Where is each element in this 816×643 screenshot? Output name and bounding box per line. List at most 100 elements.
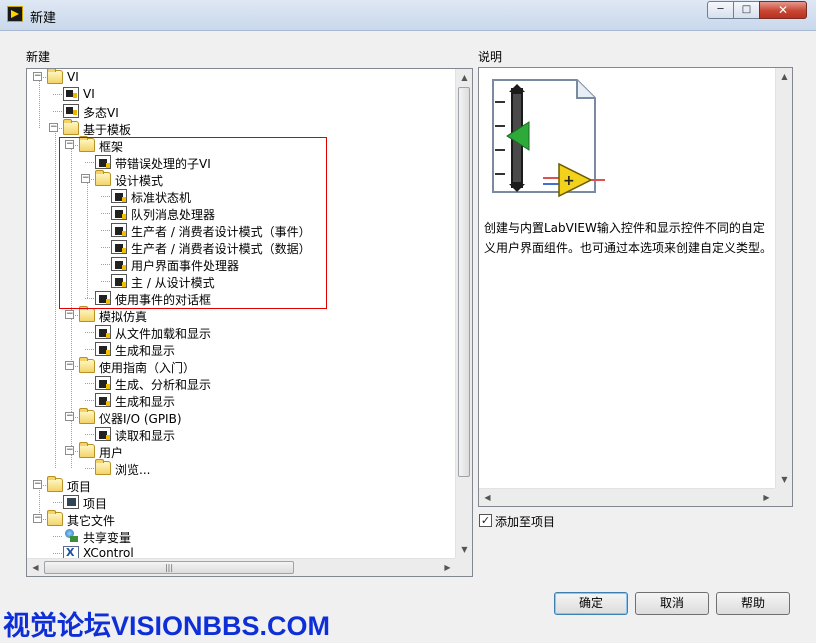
tree-node-label: 多态VI <box>83 106 119 120</box>
desc-scroll-right-arrow-icon[interactable]: ▶ <box>758 489 775 506</box>
shared-variable-icon <box>63 529 79 543</box>
template-icon <box>95 393 111 407</box>
tree-node[interactable]: 读取和显示 <box>27 426 447 443</box>
scroll-right-arrow-icon[interactable]: ▶ <box>439 559 456 576</box>
tree-node-label: 项目 <box>83 497 108 511</box>
tree-collapse-toggle-icon[interactable]: − <box>65 412 74 421</box>
folder-icon <box>47 69 63 84</box>
template-icon <box>95 325 111 339</box>
tree-node[interactable]: 生成和显示 <box>27 392 447 409</box>
add-to-project-checkbox[interactable]: ✓ <box>479 514 492 527</box>
description-section-label: 说明 <box>478 50 503 64</box>
tree-collapse-toggle-icon[interactable]: − <box>65 446 74 455</box>
vertical-scroll-thumb[interactable] <box>458 87 470 477</box>
description-scrollbar-corner <box>775 488 792 506</box>
vi-icon <box>63 104 79 118</box>
scroll-down-arrow-icon[interactable]: ▼ <box>456 541 473 558</box>
tree-node[interactable]: 多态VI <box>27 103 447 120</box>
tree-node[interactable]: − 其它文件 <box>27 510 447 528</box>
project-icon <box>63 495 79 509</box>
tree-node[interactable]: − 模拟仿真 <box>27 306 447 324</box>
tree-node[interactable]: − VI <box>27 69 447 86</box>
template-icon <box>95 376 111 390</box>
title-bar: 新建 ─ □ ✕ <box>0 0 816 31</box>
folder-icon <box>79 306 95 322</box>
tree-content: − VI VI 多态VI − 基于模板 − 框架 带错误处理的子VI − 设计模式 标准状态机 队列消息… <box>27 69 456 558</box>
maximize-button[interactable]: □ <box>733 1 760 19</box>
tree-node[interactable]: 共享变量 <box>27 528 447 545</box>
labview-app-icon <box>7 6 23 22</box>
tree-node-label: 读取和显示 <box>115 429 176 443</box>
folder-icon <box>79 442 95 458</box>
tree-collapse-toggle-icon[interactable]: − <box>65 310 74 319</box>
ok-button[interactable]: 确定 <box>554 592 628 615</box>
tree-node[interactable]: 浏览... <box>27 459 447 477</box>
folder-icon <box>79 408 95 424</box>
tree-node[interactable]: − 仪器I/O (GPIB) <box>27 408 447 426</box>
tree-guide-line <box>85 468 94 469</box>
tree-node-label: 生成和显示 <box>115 344 176 358</box>
tree-node-label: 生成、分析和显示 <box>115 378 212 392</box>
tree-node[interactable]: 从文件加载和显示 <box>27 324 447 341</box>
help-button[interactable]: 帮助 <box>716 592 790 615</box>
tree-node[interactable]: 生成和显示 <box>27 341 447 358</box>
scroll-up-arrow-icon[interactable]: ▲ <box>456 69 473 86</box>
desc-scroll-left-arrow-icon[interactable]: ◀ <box>479 489 496 506</box>
folder-icon <box>63 119 79 135</box>
tree-guide-line <box>85 332 94 333</box>
window-title: 新建 <box>30 11 57 26</box>
tree-node[interactable]: 项目 <box>27 494 447 511</box>
tree-collapse-toggle-icon[interactable]: − <box>33 514 42 523</box>
desc-scroll-down-arrow-icon[interactable]: ▼ <box>776 471 793 488</box>
tree-vertical-scrollbar[interactable]: ▲ ▼ <box>455 69 472 558</box>
highlight-box <box>59 137 327 309</box>
horizontal-scroll-thumb[interactable]: ||| <box>44 561 294 574</box>
tree-node[interactable]: VI <box>27 86 447 103</box>
tree-horizontal-scrollbar[interactable]: ◀ ||| ▶ <box>27 558 456 576</box>
tree-node[interactable]: − 使用指南（入门） <box>27 357 447 375</box>
minimize-button[interactable]: ─ <box>707 1 734 19</box>
tree-collapse-toggle-icon[interactable]: − <box>33 72 42 81</box>
tree-node-label: VI <box>83 87 95 101</box>
template-icon <box>95 427 111 441</box>
scrollbar-corner <box>455 558 472 576</box>
tree-guide-line <box>53 502 62 503</box>
scroll-left-arrow-icon[interactable]: ◀ <box>27 559 44 576</box>
tree-node[interactable]: − 项目 <box>27 476 447 494</box>
tree-node-label: 使用指南（入门） <box>99 361 196 375</box>
tree-collapse-toggle-icon[interactable]: − <box>65 361 74 370</box>
tree-node-label: 生成和显示 <box>115 395 176 409</box>
xcontrol-icon <box>63 546 79 558</box>
tree-node-label: 仪器I/O (GPIB) <box>99 412 182 426</box>
cancel-button[interactable]: 取消 <box>635 592 709 615</box>
new-section-label: 新建 <box>26 50 51 64</box>
tree-node-label: 共享变量 <box>83 531 132 545</box>
close-button[interactable]: ✕ <box>759 1 807 19</box>
folder-icon <box>95 459 111 475</box>
description-panel: + 创建与内置LabVIEW输入控件和显示控件不同的自定义用户界面组件。也可通过… <box>478 67 793 507</box>
tree-node-label: 其它文件 <box>67 514 116 528</box>
tree-collapse-toggle-icon[interactable]: − <box>49 123 58 132</box>
tree-node[interactable]: 生成、分析和显示 <box>27 375 447 392</box>
tree-node[interactable]: XControl <box>27 545 447 558</box>
tree-guide-line <box>85 400 94 401</box>
tree-node[interactable]: − 用户 <box>27 442 447 460</box>
svg-text:+: + <box>563 173 575 189</box>
desc-scroll-up-arrow-icon[interactable]: ▲ <box>776 68 793 85</box>
tree-collapse-toggle-icon[interactable]: − <box>33 480 42 489</box>
add-to-project-label: 添加至项目 <box>495 515 556 529</box>
tree-guide-line <box>53 94 62 95</box>
new-item-tree[interactable]: − VI VI 多态VI − 基于模板 − 框架 带错误处理的子VI − 设计模式 标准状态机 队列消息… <box>26 68 473 577</box>
vi-icon <box>63 87 79 101</box>
tree-node-label: VI <box>67 70 79 84</box>
description-horizontal-scrollbar[interactable]: ◀ ▶ <box>479 488 775 506</box>
tree-guide-line <box>53 536 62 537</box>
folder-icon <box>47 510 63 526</box>
description-vertical-scrollbar[interactable]: ▲ ▼ <box>775 68 792 488</box>
xcontrol-preview-icon: + <box>492 79 605 198</box>
tree-guide-line <box>85 383 94 384</box>
tree-node[interactable]: − 基于模板 <box>27 119 447 137</box>
tree-node-label: XControl <box>83 546 134 558</box>
template-icon <box>95 342 111 356</box>
tree-guide-line <box>85 434 94 435</box>
